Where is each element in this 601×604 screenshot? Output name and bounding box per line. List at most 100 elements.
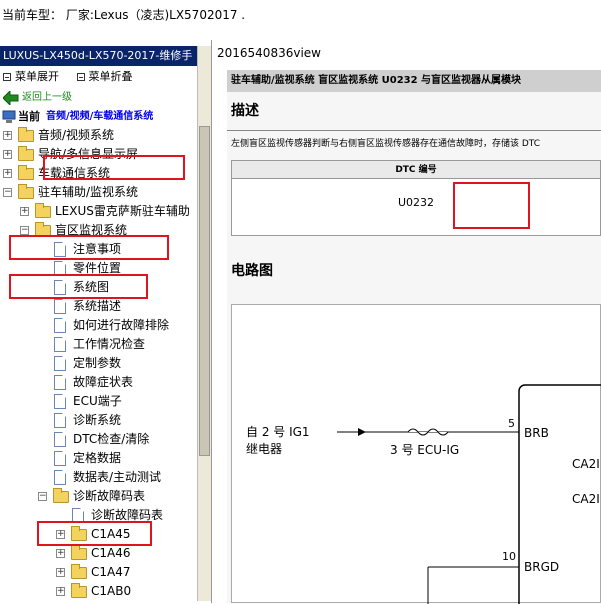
current-vehicle-bar: 当前车型： 厂家:Lexus（凌志)LX5702017 . [0,0,601,40]
brgd-label: BRGD [524,560,559,574]
tree-item-diagnosis-system[interactable]: 诊断系统 [0,411,197,430]
collapse-minus-icon[interactable]: − [3,188,12,197]
source-line2: 继电器 [246,442,282,456]
tree-item-navigation[interactable]: + 导航/多信息显示屏 [0,145,197,164]
tree-item-ecu-terminals[interactable]: ECU端子 [0,392,197,411]
tree-item-c1a45[interactable]: + C1A45 [0,525,197,544]
collapse-all-button[interactable]: 菜单折叠 [76,70,133,83]
tree-scrollbar[interactable] [197,46,211,601]
back-arrow-icon [3,91,19,105]
folder-icon [18,146,34,161]
tree-item-customize[interactable]: 定制参数 [0,354,197,373]
folder-open-icon [18,184,34,199]
content-panel: 2016540836view 驻车辅助/监视系统 盲区监视系统 U0232 与盲… [213,40,601,604]
dtc-code: U0232 [397,196,435,209]
tree-item-troubleshooting[interactable]: 如何进行故障排除 [0,316,197,335]
document-icon [54,375,66,390]
ca-label-1: CA2I [572,457,600,471]
pin-5-label: 5 [508,417,515,430]
tree-item-c1a47[interactable]: + C1A47 [0,563,197,582]
tree-item-freeze-frame[interactable]: 定格数据 [0,449,197,468]
dtc-table-header: DTC 编号 [232,161,600,179]
tree-item-operation-check[interactable]: 工作情况检查 [0,335,197,354]
tree-item-data-list[interactable]: 数据表/主动测试 [0,468,197,487]
expand-plus-icon[interactable]: + [56,568,65,577]
collapse-icon [76,73,85,81]
document-icon [54,451,66,466]
brb-label: BRB [524,426,549,440]
current-path: 当前 音频/视频/车载通信系统 [0,107,197,126]
current-vehicle-text: 当前车型： 厂家:Lexus（凌志)LX5702017 . [2,8,246,22]
folder-icon [18,127,34,142]
folder-icon [71,545,87,560]
document-icon [54,394,66,409]
document-icon [54,318,66,333]
back-link[interactable]: 返回上一级 [0,88,197,107]
tree-item-blind-spot[interactable]: − 盲区监视系统 [0,221,197,240]
collapse-minus-icon[interactable]: − [38,492,47,501]
tree-item-system-diagram[interactable]: 系统图 [0,278,197,297]
tree-item-lexus-parking-assist[interactable]: + LEXUS雷克萨斯驻车辅助 [0,202,197,221]
divider [227,130,601,131]
left-navigation-panel: LUXUS-LX450d-LX570-2017-维修手 菜单展开 菜单折叠 返回… [0,40,212,603]
expand-plus-icon[interactable]: + [3,131,12,140]
dtc-table: DTC 编号 U0232 [231,160,601,236]
folder-open-icon [35,222,51,237]
circuit-heading: 电路图 [231,263,273,279]
computer-icon [2,110,16,123]
tree-item-system-description[interactable]: 系统描述 [0,297,197,316]
pin-10-label: 10 [502,550,516,563]
source-line1: 自 2 号 IG1 [246,425,310,439]
tree-item-c1a46[interactable]: + C1A46 [0,544,197,563]
ca-label-2: CA2I [572,492,600,506]
circuit-svg: 自 2 号 IG1 继电器 3 号 ECU-IG 5 BRB CA2I CA2I… [246,384,601,604]
document-icon [54,242,66,257]
tree-item-audio-video[interactable]: + 音频/视频系统 [0,126,197,145]
tree-item-dtc-chart[interactable]: 诊断故障码表 [0,506,197,525]
folder-icon [18,165,34,180]
expand-plus-icon[interactable]: + [3,150,12,159]
document-icon [54,356,66,371]
tree-item-dtc-check[interactable]: DTC检查/清除 [0,430,197,449]
expand-plus-icon[interactable]: + [20,207,29,216]
folder-open-icon [53,488,69,503]
folder-icon [35,203,51,218]
expand-plus-icon[interactable]: + [56,549,65,558]
circuit-diagram: 自 2 号 IG1 继电器 3 号 ECU-IG 5 BRB CA2I CA2I… [231,304,601,604]
tree-item-c1ab0[interactable]: + C1AB0 [0,582,197,601]
folder-icon [71,526,87,541]
tree-item-parking-assist[interactable]: − 驻车辅助/监视系统 [0,183,197,202]
navigation-tree: 返回上一级 当前 音频/视频/车载通信系统 + 音频/视频系统 + 导航/多信息… [0,88,197,603]
document-icon [54,337,66,352]
expand-plus-icon[interactable]: + [3,169,12,178]
tree-item-dtc-chart-folder[interactable]: − 诊断故障码表 [0,487,197,506]
document-icon [54,413,66,428]
tree-item-parts-location[interactable]: 零件位置 [0,259,197,278]
folder-icon [71,583,87,598]
manual-page: 驻车辅助/监视系统 盲区监视系统 U0232 与盲区监视器从属模块 描述 左侧盲… [227,70,601,604]
document-icon [54,280,66,295]
page-id: 2016540836view [217,46,321,60]
fuse-symbol [407,428,449,436]
collapse-minus-icon[interactable]: − [20,226,29,235]
document-icon [54,432,66,447]
document-icon [54,470,66,485]
scrollbar-thumb[interactable] [199,126,210,456]
tree-toolbar: 菜单展开 菜单折叠 [0,66,211,88]
expand-plus-icon[interactable]: + [56,530,65,539]
document-icon [54,261,66,276]
wire-arrow [358,428,366,436]
current-path-value[interactable]: 音频/视频/车载通信系统 [46,107,153,126]
document-icon [54,299,66,314]
expand-icon [3,73,11,81]
document-icon [72,508,84,523]
description-text: 左侧盲区监视传感器判断与右侧盲区监视传感器存在通信故障时，存储该 DTC [231,139,541,148]
folder-icon [71,564,87,579]
tree-item-telematics[interactable]: + 车载通信系统 [0,164,197,183]
fuse-label: 3 号 ECU-IG [390,443,459,457]
expand-plus-icon[interactable]: + [56,587,65,596]
description-heading: 描述 [231,103,259,119]
expand-all-button[interactable]: 菜单展开 [3,70,59,83]
tree-item-symptom-table[interactable]: 故障症状表 [0,373,197,392]
tree-item-precautions[interactable]: 注意事项 [0,240,197,259]
